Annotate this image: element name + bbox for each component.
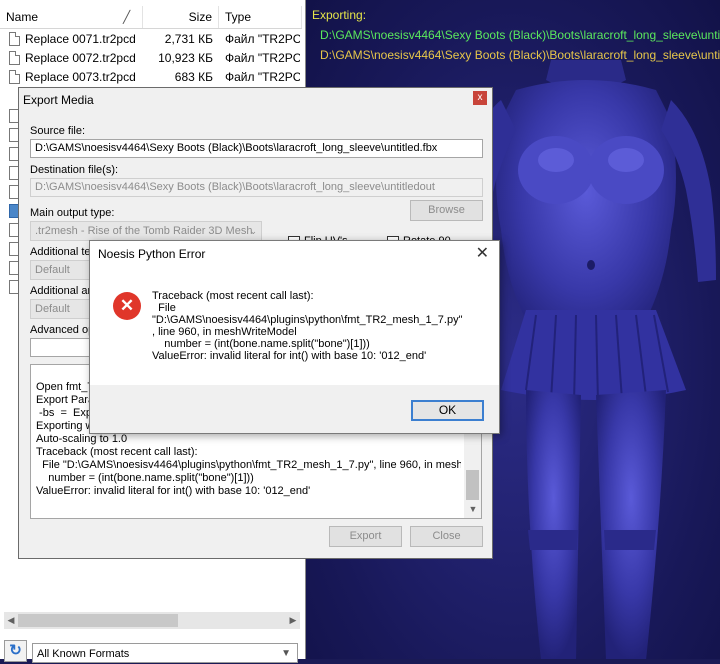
additional-anim-label: Additional ar bbox=[30, 285, 92, 297]
scroll-right-icon[interactable]: ▶ bbox=[286, 612, 300, 629]
chevron-down-icon: ⌄ bbox=[249, 226, 257, 236]
file-type: Файл "TR2PCD" bbox=[225, 32, 300, 46]
file-icon bbox=[9, 32, 20, 46]
file-type: Файл "TR2PCD" bbox=[225, 70, 300, 84]
file-list-header: Name ╱ Size Type bbox=[0, 6, 302, 29]
scrollbar-thumb[interactable] bbox=[466, 470, 479, 500]
sort-indicator-icon: ╱ bbox=[123, 10, 131, 24]
scrollbar-thumb[interactable] bbox=[18, 614, 178, 627]
destination-file-label: Destination file(s): bbox=[30, 164, 119, 176]
error-icon: ✕ bbox=[113, 292, 141, 320]
python-error-dialog: Noesis Python Error ✕ ✕ Traceback (most … bbox=[89, 240, 500, 434]
additional-texture-label: Additional te bbox=[30, 246, 91, 258]
file-row[interactable]: Replace 0073.tr2pcd 683 КБ Файл "TR2PCD" bbox=[0, 68, 302, 87]
dialog-titlebar[interactable]: Export Media x bbox=[19, 88, 492, 112]
dialog-title: Export Media bbox=[23, 93, 94, 107]
file-row[interactable]: Replace 0071.tr2pcd 2,731 КБ Файл "TR2PC… bbox=[0, 30, 302, 49]
error-message: Traceback (most recent call last): File … bbox=[152, 290, 463, 362]
ok-button[interactable]: OK bbox=[411, 400, 484, 421]
file-name: Replace 0072.tr2pcd bbox=[25, 51, 136, 65]
file-size: 2,731 КБ bbox=[164, 32, 213, 46]
destination-file-field[interactable]: D:\GAMS\noesisv4464\Sexy Boots (Black)\B… bbox=[30, 178, 483, 197]
close-icon[interactable]: x bbox=[473, 91, 487, 105]
horizontal-scrollbar[interactable]: ◀ ▶ bbox=[4, 612, 300, 629]
chevron-down-icon: ▼ bbox=[281, 648, 291, 659]
export-status-text: Exporting: bbox=[312, 8, 367, 22]
file-size: 10,923 КБ bbox=[158, 51, 213, 65]
source-file-label: Source file: bbox=[30, 125, 86, 137]
close-icon[interactable]: ✕ bbox=[476, 243, 489, 263]
main-output-type-select[interactable]: .tr2mesh - Rise of the Tomb Raider 3D Me… bbox=[30, 221, 262, 241]
dialog-footer: OK bbox=[90, 385, 499, 433]
close-button[interactable]: Close bbox=[410, 526, 483, 547]
column-name-label: Name bbox=[6, 10, 39, 24]
column-name[interactable]: Name bbox=[0, 6, 143, 28]
file-icon bbox=[9, 51, 20, 65]
file-name: Replace 0073.tr2pcd bbox=[25, 70, 136, 84]
dialog-title: Noesis Python Error bbox=[98, 247, 206, 261]
file-name: Replace 0071.tr2pcd bbox=[25, 32, 136, 46]
file-row[interactable]: Replace 0072.tr2pcd 10,923 КБ Файл "TR2P… bbox=[0, 49, 302, 68]
scroll-down-icon[interactable]: ▼ bbox=[466, 501, 480, 518]
source-file-field[interactable]: D:\GAMS\noesisv4464\Sexy Boots (Black)\B… bbox=[30, 139, 483, 158]
column-size-label: Size bbox=[188, 10, 212, 24]
column-size[interactable]: Size bbox=[143, 6, 219, 28]
column-type-label: Type bbox=[225, 10, 252, 24]
column-type[interactable]: Type bbox=[219, 6, 302, 28]
scroll-left-icon[interactable]: ◀ bbox=[4, 612, 18, 629]
advanced-options-label: Advanced op bbox=[30, 324, 95, 336]
format-filter-select[interactable]: All Known Formats ▼ bbox=[32, 643, 298, 663]
export-button[interactable]: Export bbox=[329, 526, 402, 547]
browse-button[interactable]: Browse bbox=[410, 200, 483, 221]
file-icon bbox=[9, 70, 20, 84]
main-output-type-label: Main output type: bbox=[30, 207, 115, 219]
file-type: Файл "TR2PCD" bbox=[225, 51, 300, 65]
file-size: 683 КБ bbox=[174, 70, 213, 84]
main-output-type-value: .tr2mesh - Rise of the Tomb Raider 3D Me… bbox=[35, 225, 253, 237]
export-source-path: D:\GAMS\noesisv4464\Sexy Boots (Black)\B… bbox=[320, 28, 720, 42]
format-filter-value: All Known Formats bbox=[37, 648, 130, 660]
export-destination-path: D:\GAMS\noesisv4464\Sexy Boots (Black)\B… bbox=[320, 48, 720, 62]
